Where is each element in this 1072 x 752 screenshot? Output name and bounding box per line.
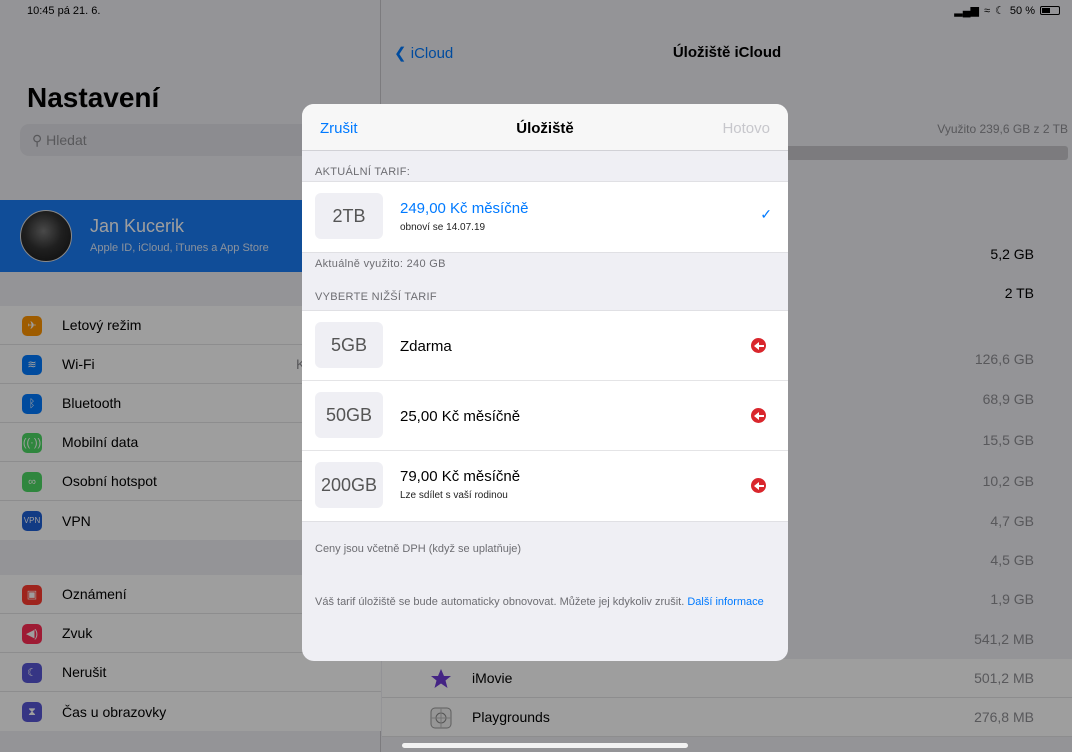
current-plan-header: AKTUÁLNÍ TARIF: — [315, 166, 411, 178]
plan-family-note: Lze sdílet s vaší rodinou — [400, 490, 508, 501]
tier-badge: 50GB — [315, 392, 383, 438]
plan-renew-date: obnoví se 14.07.19 — [400, 222, 486, 233]
modal-title: Úložiště — [516, 120, 574, 137]
downgrade-icon — [751, 478, 766, 493]
done-button[interactable]: Hotovo — [722, 120, 770, 137]
tier-badge: 5GB — [315, 322, 383, 368]
lower-plan-section: 5GB Zdarma 50GB 25,00 Kč měsíčně 200GB 7… — [302, 310, 788, 522]
modal-header: Zrušit Úložiště Hotovo — [302, 104, 788, 151]
plan-row-200gb[interactable]: 200GB 79,00 Kč měsíčně Lze sdílet s vaší… — [302, 451, 788, 521]
plan-price: 25,00 Kč měsíčně — [400, 408, 521, 425]
downgrade-icon — [751, 408, 766, 423]
current-usage-text: Aktuálně využito: 240 GB — [315, 258, 446, 270]
current-plan-row[interactable]: 2TB 249,00 Kč měsíčně obnoví se 14.07.19… — [302, 182, 788, 252]
vat-note: Ceny jsou včetně DPH (když se uplatňuje) — [315, 543, 522, 555]
renew-note-text: Váš tarif úložiště se bude automaticky o… — [315, 596, 685, 608]
checkmark-icon: ✓ — [760, 206, 772, 222]
plan-price: Zdarma — [400, 338, 452, 355]
storage-plan-modal: Zrušit Úložiště Hotovo AKTUÁLNÍ TARIF: 2… — [302, 104, 788, 661]
tier-badge: 2TB — [315, 193, 383, 239]
plan-row-50gb[interactable]: 50GB 25,00 Kč měsíčně — [302, 381, 788, 451]
plan-price: 79,00 Kč měsíčně — [400, 468, 521, 485]
more-info-link[interactable]: Další informace — [687, 596, 763, 608]
renew-note: Váš tarif úložiště se bude automaticky o… — [315, 594, 775, 611]
lower-plan-header: VYBERTE NIŽŠÍ TARIF — [315, 291, 437, 303]
current-plan-section: 2TB 249,00 Kč měsíčně obnoví se 14.07.19… — [302, 181, 788, 253]
home-indicator[interactable] — [402, 743, 688, 748]
downgrade-icon — [751, 338, 766, 353]
plan-price: 249,00 Kč měsíčně — [400, 200, 529, 217]
tier-badge: 200GB — [315, 462, 383, 508]
plan-row-5gb[interactable]: 5GB Zdarma — [302, 311, 788, 381]
